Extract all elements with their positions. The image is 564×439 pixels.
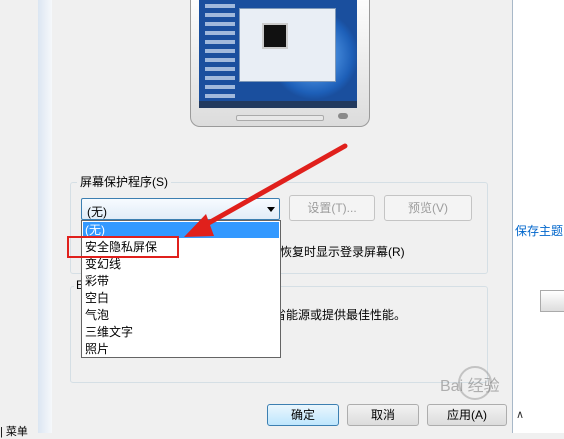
chevron-down-icon[interactable] — [267, 207, 275, 212]
dropdown-option[interactable]: 变幻线 — [83, 256, 279, 272]
resume-logon-checkbox-label[interactable]: 恢复时显示登录屏幕(R) — [280, 243, 405, 260]
watermark: Bai 经验 — [440, 378, 500, 395]
dropdown-option[interactable]: 气泡 — [83, 307, 279, 323]
power-led-icon — [338, 113, 348, 119]
background-window-left — [0, 0, 53, 433]
dropdown-option[interactable]: 照片 — [83, 341, 279, 357]
preview-button[interactable]: 预览(V) — [384, 195, 472, 221]
screensaver-group-label: 屏幕保护程序(S) — [77, 173, 171, 190]
screensaver-combobox[interactable]: (无) — [81, 198, 280, 220]
monitor-preview — [190, 0, 370, 128]
dropdown-option[interactable]: 空白 — [83, 290, 279, 306]
chevron-up-icon: ∧ — [516, 409, 525, 421]
dropdown-option[interactable]: 彩带 — [83, 273, 279, 289]
desktop-preview-screen — [199, 0, 357, 108]
apply-button[interactable]: 应用(A) — [427, 404, 507, 426]
background-window-right — [512, 0, 564, 433]
background-start-menu-text: | 菜单 — [0, 426, 28, 438]
cancel-button[interactable]: 取消 — [347, 404, 419, 426]
save-theme-link[interactable]: 保存主题 — [515, 222, 563, 239]
background-thumbnail — [540, 290, 564, 312]
ok-button[interactable]: 确定 — [267, 404, 339, 426]
dropdown-option[interactable]: 三维文字 — [83, 324, 279, 340]
settings-button[interactable]: 设置(T)... — [289, 195, 375, 221]
combobox-value: (无) — [87, 205, 107, 219]
annotation-highlight-box — [67, 236, 179, 258]
power-settings-text: 省能源或提供最佳性能。 — [274, 308, 407, 322]
